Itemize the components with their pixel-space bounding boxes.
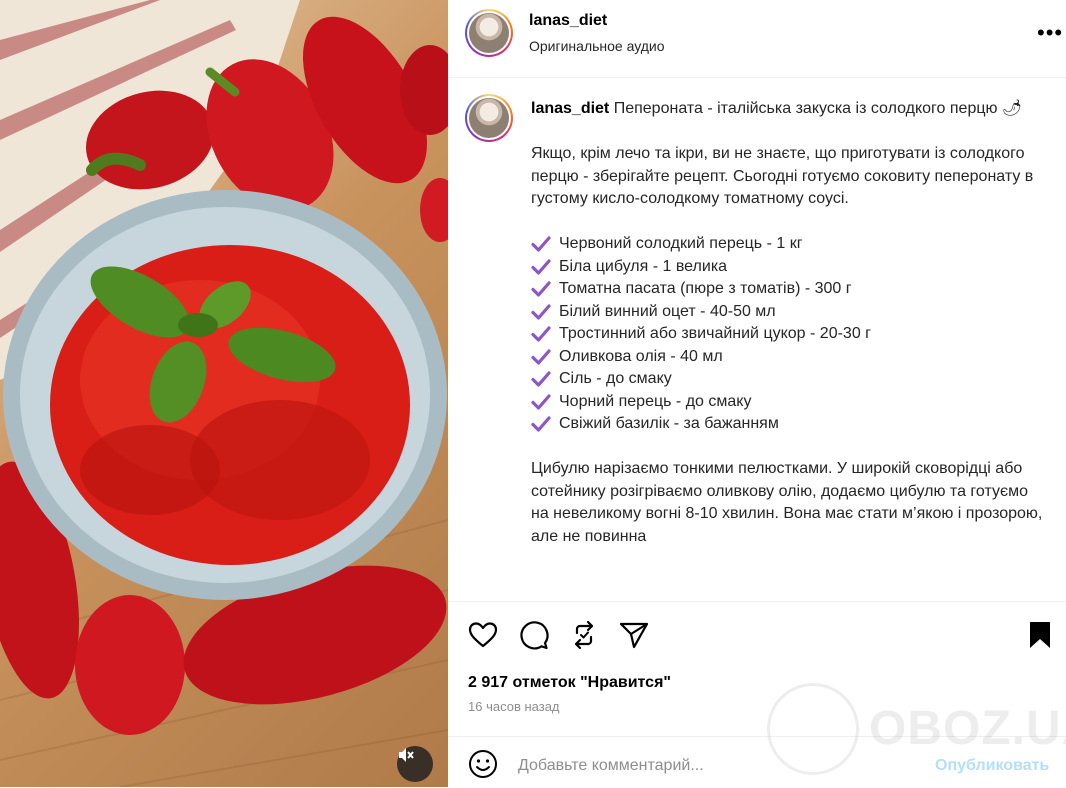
caption-scroll[interactable]: lanas_diet Пепероната - італійська закус… bbox=[448, 78, 1066, 601]
caption-title-line: lanas_diet Пепероната - італійська закус… bbox=[531, 98, 1046, 121]
chili-pepper-icon: 🌶 bbox=[1001, 100, 1023, 117]
ingredient-item: Біла цибуля - 1 велика bbox=[531, 256, 1046, 279]
like-count[interactable]: 2 917 отметок "Нравится" bbox=[468, 674, 671, 692]
ingredient-text: Чорний перець - до смаку bbox=[559, 392, 752, 410]
ingredient-text: Сіль - до смаку bbox=[559, 370, 672, 387]
ingredient-item: Тростинний або звичайний цукор - 20-30 г bbox=[531, 323, 1046, 346]
caption-intro: Якщо, крім лечо та ікри, ви не знаєте, щ… bbox=[531, 145, 1034, 207]
purple-checkmark-icon bbox=[531, 416, 551, 432]
publish-button[interactable]: Опубликовать bbox=[935, 757, 1049, 775]
purple-checkmark-icon bbox=[531, 259, 551, 275]
ingredient-item: Оливкова олія - 40 мл bbox=[531, 346, 1046, 369]
comment-bar: Добавьте комментарий... Опубликовать bbox=[448, 736, 1066, 788]
ingredient-text: Білий винний оцет - 40-50 мл bbox=[559, 302, 776, 320]
ingredient-item: Свіжий базилік - за бажанням bbox=[531, 413, 1046, 436]
mute-button[interactable] bbox=[397, 746, 433, 782]
purple-checkmark-icon bbox=[531, 281, 551, 297]
purple-checkmark-icon bbox=[531, 326, 551, 342]
caption-username[interactable]: lanas_diet bbox=[531, 100, 609, 117]
post-panel: lanas_diet Оригинальное аудио ••• lanas_… bbox=[448, 0, 1066, 787]
ingredient-text: Біла цибуля - 1 велика bbox=[559, 257, 728, 275]
purple-checkmark-icon bbox=[531, 394, 551, 410]
audio-link[interactable]: Оригинальное аудио bbox=[529, 38, 665, 54]
caption-method: Цибулю нарізаємо тонкими пелюстками. У ш… bbox=[531, 460, 1043, 545]
ingredient-item: Сіль - до смаку bbox=[531, 368, 1046, 391]
comment-icon[interactable] bbox=[518, 619, 550, 651]
purple-checkmark-icon bbox=[531, 349, 551, 365]
ingredient-list: Червоний солодкий перець - 1 кг Біла цибу… bbox=[531, 233, 1046, 436]
more-options-icon[interactable]: ••• bbox=[1037, 22, 1063, 44]
ingredient-item: Червоний солодкий перець - 1 кг bbox=[531, 233, 1046, 256]
ingredient-text: Томатна пасата (пюре з томатів) - 300 г bbox=[559, 280, 852, 297]
ingredient-text: Оливкова олія - 40 мл bbox=[559, 347, 723, 365]
speaker-muted-icon bbox=[399, 748, 414, 762]
post-header: lanas_diet Оригинальное аудио ••• bbox=[448, 0, 1066, 78]
ingredient-item: Томатна пасата (пюре з томатів) - 300 г bbox=[531, 278, 1046, 301]
send-icon[interactable] bbox=[618, 619, 650, 651]
post-media[interactable] bbox=[0, 0, 448, 787]
author-avatar[interactable] bbox=[465, 9, 513, 57]
purple-checkmark-icon bbox=[531, 236, 551, 252]
repost-icon[interactable] bbox=[568, 619, 600, 651]
purple-checkmark-icon bbox=[531, 371, 551, 387]
post-timestamp[interactable]: 16 часов назад bbox=[468, 699, 560, 714]
comment-input[interactable]: Добавьте комментарий... bbox=[518, 757, 704, 775]
heart-icon[interactable] bbox=[467, 619, 499, 651]
caption-title: Пепероната - італійська закуска із солод… bbox=[613, 100, 998, 117]
caption-text: lanas_diet Пепероната - італійська закус… bbox=[531, 98, 1046, 548]
ingredient-text: Тростинний або звичайний цукор - 20-30 г bbox=[559, 325, 871, 342]
ingredient-text: Червоний солодкий перець - 1 кг bbox=[559, 235, 803, 252]
post-actions: 2 917 отметок "Нравится" 16 часов назад bbox=[448, 601, 1066, 722]
ingredient-item: Чорний перець - до смаку bbox=[531, 391, 1046, 414]
emoji-smiley-icon[interactable] bbox=[468, 749, 498, 779]
ingredient-item: Білий винний оцет - 40-50 мл bbox=[531, 301, 1046, 324]
caption-avatar[interactable] bbox=[465, 94, 513, 142]
bookmark-icon[interactable] bbox=[1024, 619, 1056, 651]
purple-checkmark-icon bbox=[531, 304, 551, 320]
author-username[interactable]: lanas_diet bbox=[529, 12, 607, 30]
peperonata-dish-photo bbox=[0, 0, 448, 787]
ingredient-text: Свіжий базилік - за бажанням bbox=[559, 415, 779, 432]
